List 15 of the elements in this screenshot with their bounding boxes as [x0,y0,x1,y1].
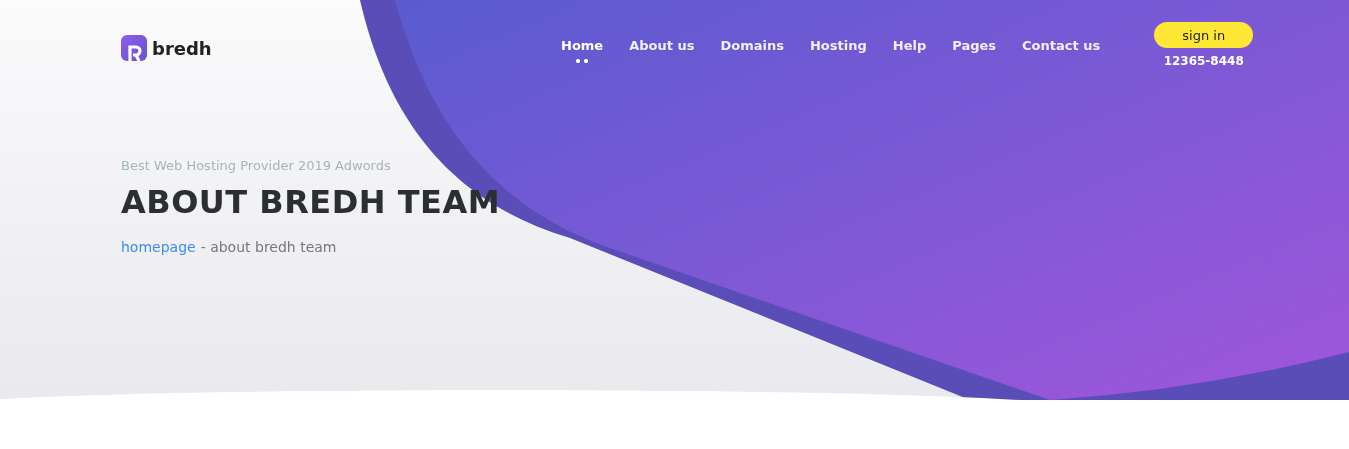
sign-in-button[interactable]: sign in [1154,22,1254,48]
nav-link[interactable]: Home [561,38,604,63]
hero-subtitle: Best Web Hosting Provider 2019 Adwords [121,158,392,173]
nav-link[interactable]: Contact us [1022,38,1101,63]
breadcrumb-link[interactable]: homepage [121,239,196,255]
breadcrumb-current: - about bredh team [200,239,337,255]
nav-link[interactable]: Help [892,38,927,63]
nav-link[interactable]: Domains [720,38,784,63]
logo-text: bredh [152,37,212,59]
nav-link[interactable]: About us [629,38,695,63]
logo-icon [121,35,147,61]
nav-link[interactable]: Hosting [810,38,867,63]
nav-link[interactable]: Pages [952,38,997,63]
hero-title: ABOUT BREDH TEAM [121,183,501,221]
phone-number: 12365-8448 [1163,54,1244,68]
